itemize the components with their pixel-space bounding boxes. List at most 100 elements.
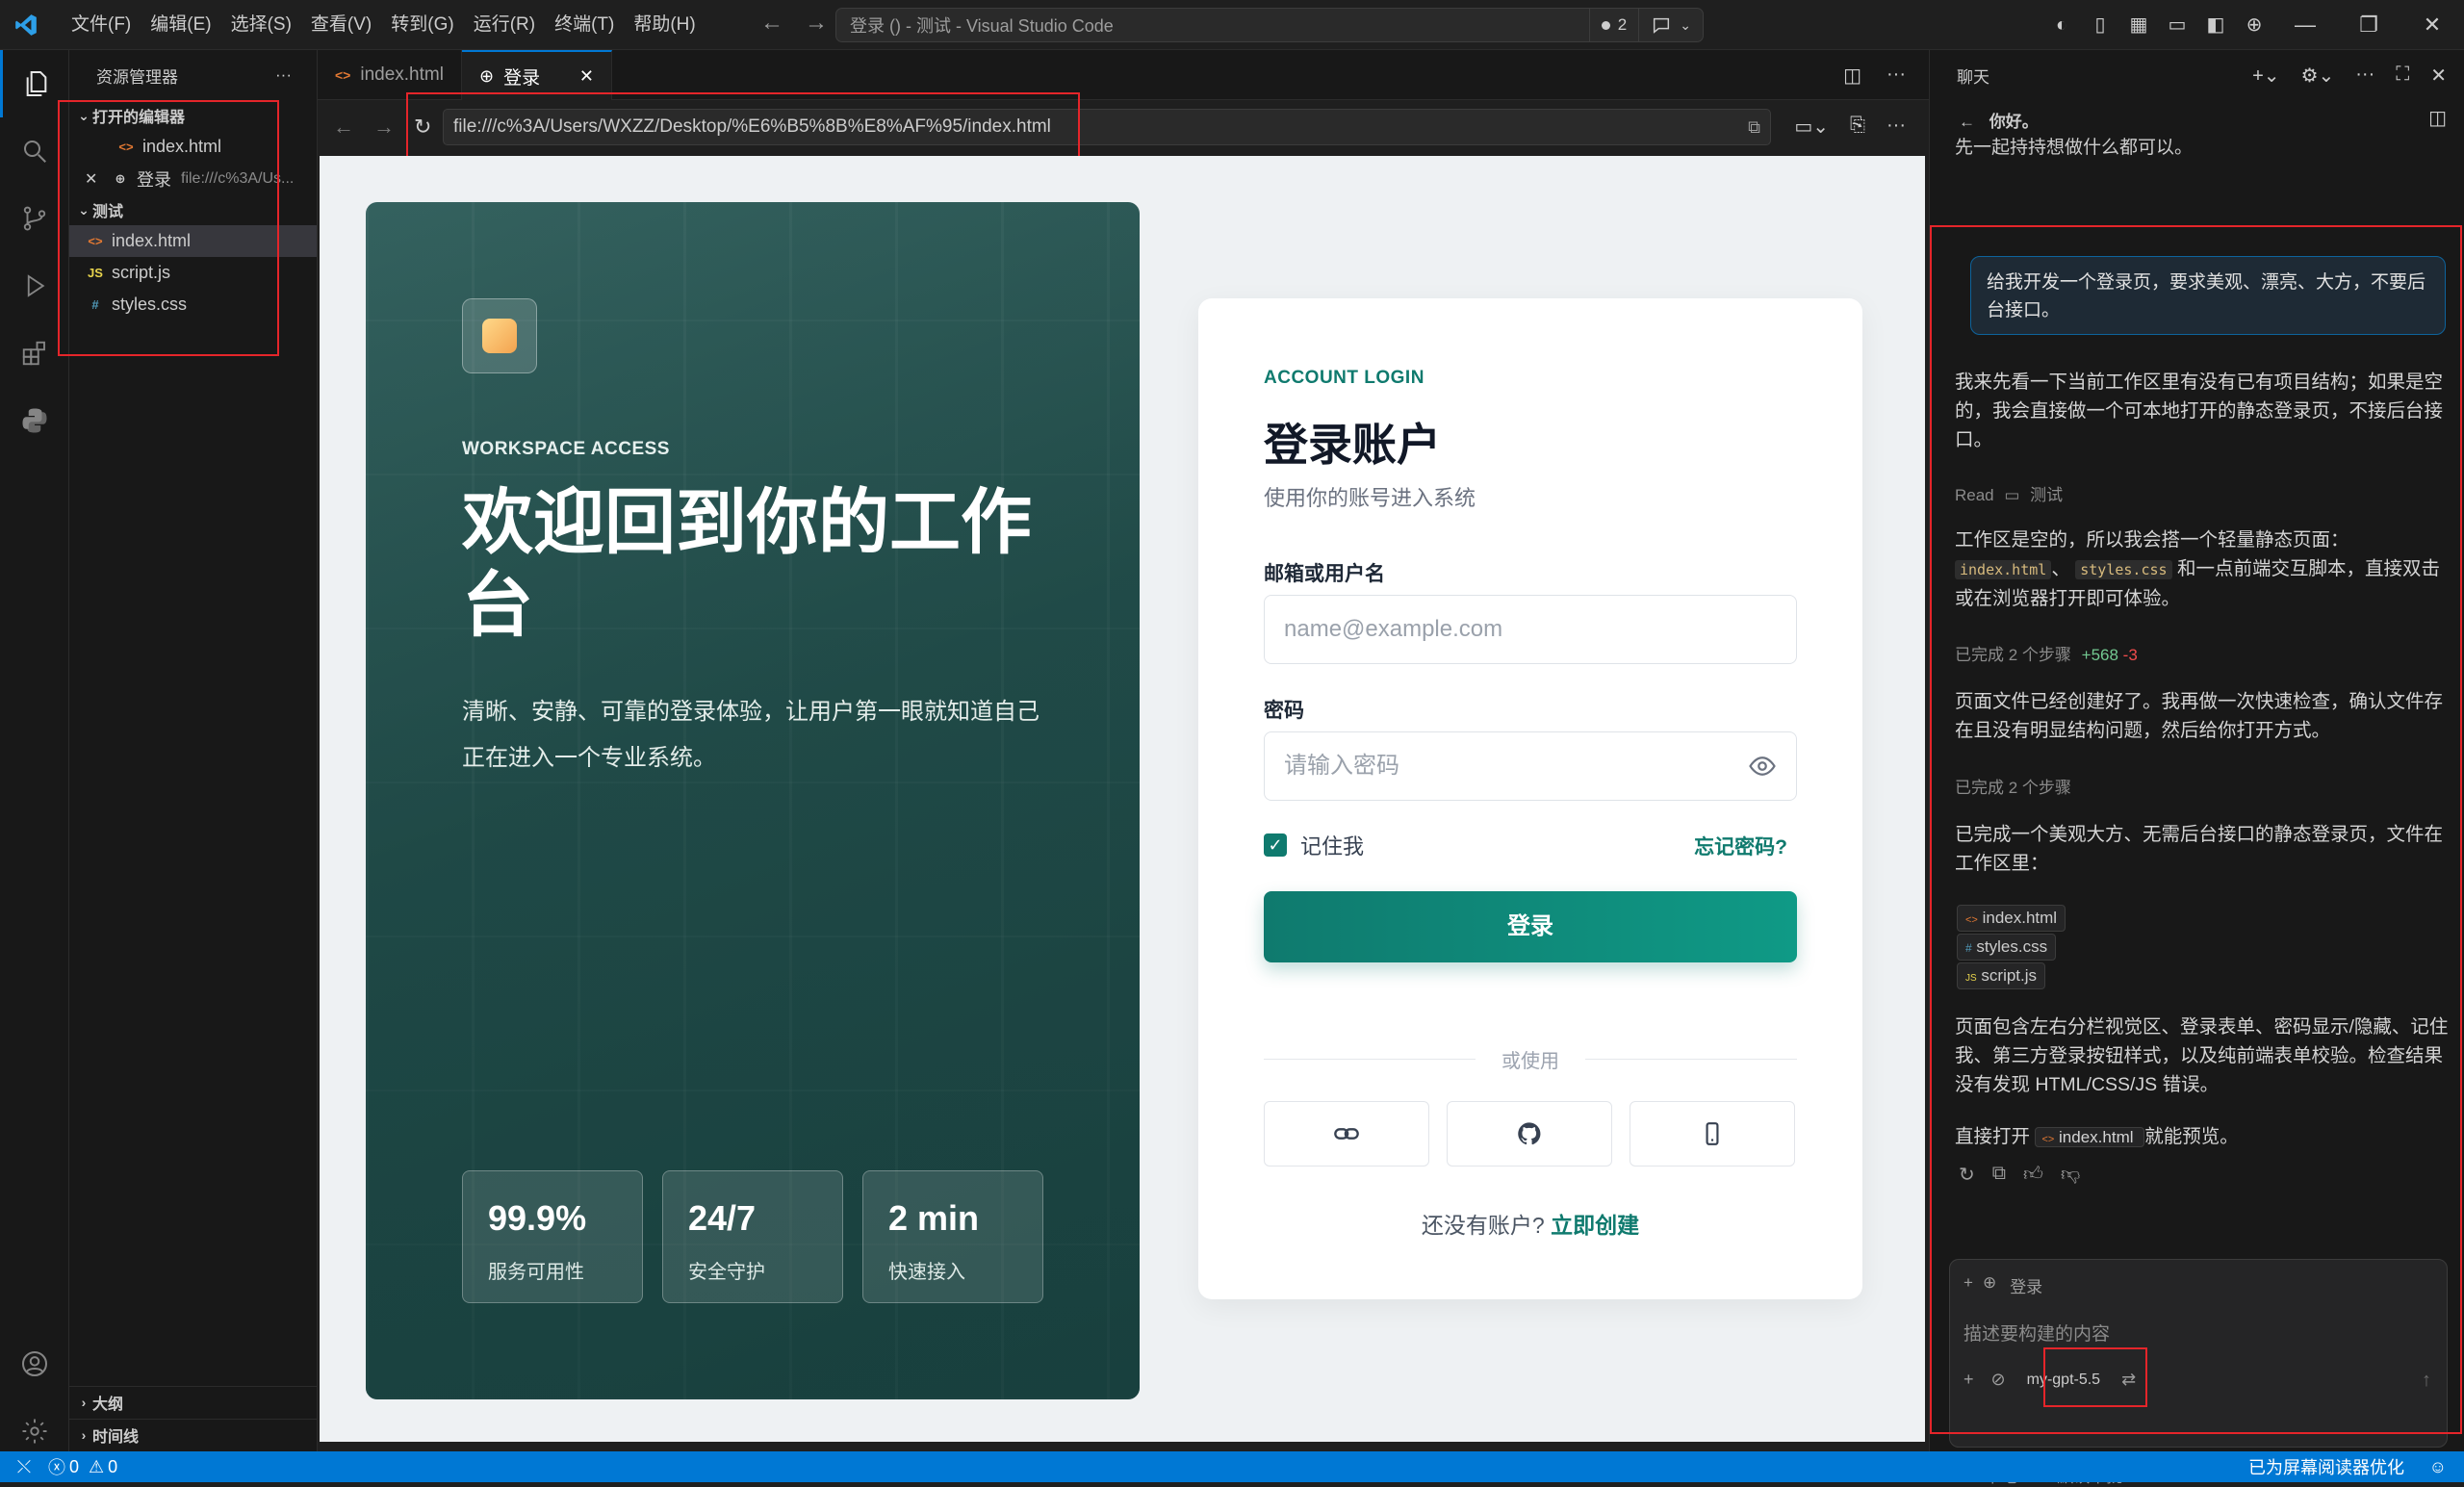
account-icon[interactable] bbox=[0, 1330, 69, 1397]
chat-input-box[interactable]: + ⊕ 登录 描述要构建的内容 + ⊘ my-gpt-5.5 ⇄ ↑ bbox=[1949, 1259, 2448, 1448]
copy-icon[interactable]: ⧉ bbox=[1992, 1163, 2006, 1187]
close-icon[interactable]: ✕ bbox=[579, 66, 594, 87]
new-chat-icon[interactable]: +⌄ bbox=[2252, 64, 2279, 88]
model-picker[interactable]: my-gpt-5.5 bbox=[2023, 1372, 2104, 1389]
forward-arrow-icon[interactable]: → bbox=[373, 115, 395, 140]
tools-icon[interactable]: ⊘ bbox=[1991, 1370, 2006, 1390]
toggle-sidebar-icon[interactable]: ▯ bbox=[2087, 12, 2114, 38]
chat-session-title[interactable]: ← 你好。 bbox=[1959, 108, 2039, 132]
preview-device-icon[interactable]: ▭⌄ bbox=[1794, 115, 1829, 139]
email-field[interactable]: name@example.com bbox=[1264, 595, 1797, 664]
login-button[interactable]: 登录 bbox=[1264, 891, 1797, 962]
split-editor-icon[interactable]: ◫ bbox=[1843, 64, 1861, 88]
attach-icon[interactable]: + bbox=[1964, 1370, 1974, 1390]
folder-section[interactable]: ⌄ 测试 bbox=[69, 194, 317, 225]
file-chip[interactable]: <> index.html bbox=[2035, 1127, 2145, 1147]
tab-index-html[interactable]: <> index.html bbox=[318, 50, 462, 100]
chat-toggle[interactable]: ⌄ bbox=[1638, 8, 1703, 42]
timeline-section[interactable]: › 时间线 bbox=[69, 1419, 318, 1449]
close-icon[interactable]: ✕ bbox=[85, 169, 106, 189]
menu-view[interactable]: 查看(V) bbox=[301, 0, 381, 50]
send-arrow-icon[interactable]: ↑ bbox=[2422, 1370, 2431, 1392]
python-icon[interactable] bbox=[0, 387, 69, 454]
open-editor-login[interactable]: ✕ ⊕ 登录 file:///c%3A/Us... bbox=[69, 163, 317, 194]
menu-go[interactable]: 转到(G) bbox=[381, 0, 463, 50]
more-actions-icon[interactable]: ··· bbox=[2355, 64, 2374, 88]
file-styles-css[interactable]: # styles.css bbox=[69, 289, 317, 320]
signup-link[interactable]: 立即创建 bbox=[1551, 1213, 1639, 1238]
close-icon[interactable]: ✕ bbox=[2430, 64, 2447, 88]
remote-icon[interactable]: ⤬ bbox=[0, 1457, 48, 1477]
inspect-icon[interactable]: ⎘ bbox=[1850, 115, 1865, 139]
remember-checkbox[interactable]: ✓ bbox=[1264, 833, 1287, 857]
options-icon[interactable]: ⇄ bbox=[2121, 1370, 2136, 1390]
phone-login-button[interactable] bbox=[1630, 1101, 1795, 1167]
agent-status[interactable]: 2 bbox=[1588, 8, 1638, 42]
forward-arrow-icon[interactable]: → bbox=[805, 10, 828, 37]
menu-run[interactable]: 运行(R) bbox=[464, 0, 545, 50]
menu-help[interactable]: 帮助(H) bbox=[624, 0, 705, 50]
toggle-panel-icon[interactable]: ▭ bbox=[2164, 12, 2191, 38]
assistant-paragraph: 页面文件已经创建好了。我再做一次快速检查，确认文件存在且没有明显结构问题，然后给… bbox=[1955, 691, 2444, 741]
back-arrow-icon[interactable]: ← bbox=[1959, 113, 1975, 131]
tab-login[interactable]: ⊕ 登录 ✕ bbox=[461, 50, 612, 100]
explorer-title: 资源管理器 bbox=[96, 67, 178, 87]
file-index-html[interactable]: <> index.html bbox=[69, 225, 317, 257]
thumbs-up-icon[interactable]: 👍︎ bbox=[2023, 1163, 2043, 1187]
context-label[interactable]: 登录 bbox=[2010, 1273, 2042, 1297]
add-context-icon[interactable]: + bbox=[1964, 1273, 1973, 1297]
back-arrow-icon[interactable]: ← bbox=[760, 10, 783, 37]
back-arrow-icon[interactable]: ← bbox=[333, 115, 354, 140]
chat-input-placeholder[interactable]: 描述要构建的内容 bbox=[1964, 1320, 2110, 1346]
open-editors-label: 打开的编辑器 bbox=[92, 110, 186, 126]
explorer-icon[interactable] bbox=[0, 50, 69, 117]
source-control-icon[interactable] bbox=[0, 185, 69, 252]
read-step[interactable]: Read ▭ 测试 bbox=[1955, 481, 2063, 505]
outline-section[interactable]: › 大纲 bbox=[69, 1386, 318, 1417]
screen-reader-status[interactable]: 已为屏幕阅读器优化 bbox=[2248, 1454, 2404, 1479]
steps-summary[interactable]: 已完成 2 个步骤 bbox=[1955, 774, 2071, 798]
search-icon[interactable] bbox=[0, 117, 69, 185]
file-script-js[interactable]: JS script.js bbox=[69, 257, 317, 289]
copy-icon[interactable]: ⧉ bbox=[1748, 110, 1760, 144]
reload-icon[interactable]: ↻ bbox=[414, 115, 431, 140]
password-field[interactable]: 请输入密码 bbox=[1264, 731, 1797, 801]
minimize-button[interactable]: — bbox=[2273, 0, 2337, 50]
link-login-button[interactable] bbox=[1264, 1101, 1429, 1167]
sidebar-toggle-icon[interactable]: ◫ bbox=[2428, 106, 2447, 130]
more-actions-icon[interactable]: ··· bbox=[275, 65, 292, 85]
run-debug-icon[interactable] bbox=[0, 252, 69, 320]
file-chip[interactable]: # styles.css bbox=[1957, 934, 2057, 961]
menu-selection[interactable]: 选择(S) bbox=[221, 0, 301, 50]
command-center[interactable]: 登录 () - 测试 - Visual Studio Code 2 ⌄ bbox=[835, 8, 1704, 42]
copilot-status-icon[interactable]: ☺ bbox=[2429, 1457, 2447, 1477]
open-editors-section[interactable]: ⌄ 打开的编辑器 bbox=[69, 100, 317, 131]
remember-me[interactable]: ✓ 记住我 bbox=[1264, 830, 1364, 860]
stat-label: 服务可用性 bbox=[488, 1262, 584, 1283]
close-window-button[interactable]: ✕ bbox=[2400, 0, 2464, 50]
menu-terminal[interactable]: 终端(T) bbox=[545, 0, 624, 50]
eye-icon[interactable] bbox=[1748, 752, 1777, 781]
restore-button[interactable]: ❐ bbox=[2337, 0, 2400, 50]
file-chip[interactable]: <> index.html bbox=[1957, 905, 2066, 932]
menu-file[interactable]: 文件(F) bbox=[62, 0, 141, 50]
open-editor-index-html[interactable]: <> index.html bbox=[69, 131, 317, 163]
steps-summary[interactable]: 已完成 2 个步骤 +568 -3 bbox=[1955, 641, 2138, 665]
forgot-password-link[interactable]: 忘记密码? bbox=[1694, 832, 1787, 860]
more-actions-icon[interactable]: ··· bbox=[1886, 64, 1906, 88]
layout-icon[interactable]: ▦ bbox=[2125, 12, 2152, 38]
file-chip[interactable]: JS script.js bbox=[1957, 962, 2046, 989]
toggle-secondary-sidebar-icon[interactable]: ◧ bbox=[2202, 12, 2229, 38]
url-input[interactable]: file:///c%3A/Users/WXZZ/Desktop/%E6%B5%8… bbox=[443, 109, 1771, 145]
menu-edit[interactable]: 编辑(E) bbox=[141, 0, 220, 50]
thumbs-down-icon[interactable]: 👎︎ bbox=[2061, 1163, 2080, 1187]
github-login-button[interactable] bbox=[1447, 1101, 1612, 1167]
globe-icon[interactable]: ⊕ bbox=[2241, 12, 2268, 38]
more-actions-icon[interactable]: ··· bbox=[1886, 115, 1906, 139]
maximize-icon[interactable]: ⛶ bbox=[2396, 64, 2409, 88]
retry-icon[interactable]: ↻ bbox=[1959, 1163, 1975, 1187]
settings-gear-icon[interactable]: ⚙⌄ bbox=[2301, 64, 2335, 88]
extensions-icon[interactable] bbox=[0, 320, 69, 387]
problems-indicator[interactable]: ⓧ 0 ⚠ 0 bbox=[48, 1454, 117, 1479]
copilot-icon[interactable]: ◐ bbox=[2048, 12, 2075, 38]
